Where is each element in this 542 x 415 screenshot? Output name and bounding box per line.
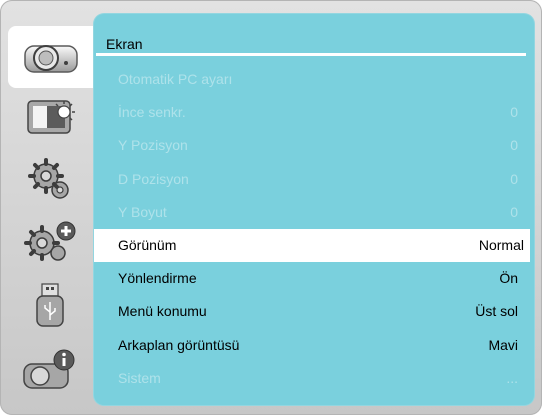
menu-row: Y Boyut 0: [94, 196, 524, 229]
menu-row-value: 0: [510, 137, 518, 154]
tab-setup[interactable]: [8, 150, 93, 212]
menu-row[interactable]: Arkaplan görüntüsü Mavi: [94, 329, 524, 362]
menu-row-label: Otomatik PC ayarı: [118, 71, 233, 87]
title-divider: [96, 53, 526, 56]
menu-row-label: Sistem: [118, 369, 161, 386]
menu-row-value: 0: [510, 203, 518, 220]
menu-row-label: İnce senkr.: [118, 104, 186, 121]
menu-row: D Pozisyon 0: [94, 163, 524, 196]
menu-row-label: Arkaplan görüntüsü: [118, 336, 240, 353]
menu-row-label: Y Boyut: [118, 203, 167, 220]
menu-row-value: 0: [510, 104, 518, 121]
menu-row: Otomatik PC ayarı: [94, 63, 524, 96]
menu-row-value: Normal: [478, 237, 524, 253]
menu-row[interactable]: Yönlendirme Ön: [94, 262, 524, 295]
menu-row-value: Mavi: [488, 336, 518, 353]
menu-row-label: Yönlendirme: [118, 270, 197, 287]
menu-row: İnce senkr. 0: [94, 96, 524, 129]
menu-row-value: Ön: [499, 270, 518, 287]
tab-display[interactable]: [8, 26, 103, 88]
menu-row[interactable]: Menü konumu Üst sol: [94, 295, 524, 328]
tab-picture[interactable]: [8, 87, 93, 149]
tab-usb[interactable]: [8, 276, 93, 338]
sidebar: [8, 10, 103, 403]
menu-row-value: ...: [506, 369, 518, 386]
page-title: Ekran: [106, 36, 143, 52]
menu-row-value: 0: [510, 170, 518, 187]
menu-row-label: Menü konumu: [118, 303, 207, 320]
menu-row: Sistem...: [94, 362, 524, 395]
menu-row-label: Görünüm: [118, 237, 177, 253]
menu-row-label: Y Pozisyon: [118, 137, 188, 154]
tab-information[interactable]: [8, 340, 93, 402]
menu-row[interactable]: Görünüm Normal: [94, 229, 530, 262]
menu-panel: Ekran Otomatik PC ayarı İnce senkr. 0 Y Poz…: [94, 14, 534, 405]
tab-expanded-setup[interactable]: [8, 213, 93, 275]
menu-row: Y Pozisyon 0: [94, 129, 524, 162]
menu-frame: Ekran Otomatik PC ayarı İnce senkr. 0 Y Poz…: [0, 0, 542, 415]
menu-row-value: Üst sol: [475, 303, 518, 320]
menu-row-label: D Pozisyon: [118, 170, 189, 187]
